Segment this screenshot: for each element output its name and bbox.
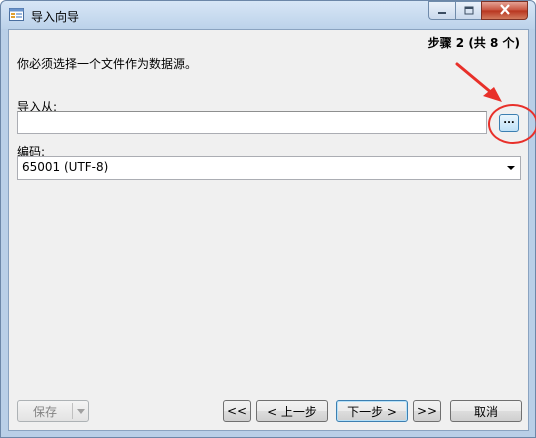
title-bar[interactable]: 导入向导 [1,1,535,29]
chevron-down-icon [507,166,515,170]
wizard-app-icon [9,7,25,22]
encoding-select[interactable]: 65001 (UTF-8) [17,156,521,180]
annotation-circle [488,104,536,144]
step-indicator: 步骤 2 (共 8 个) [427,36,520,50]
maximize-button[interactable] [455,1,481,20]
next-step-button[interactable]: 下一步 > [336,400,408,422]
save-split-divider [72,403,73,419]
wizard-content-area: 步骤 2 (共 8 个) 你必须选择一个文件作为数据源。 导入从: ... 编码… [8,29,536,431]
close-icon [499,3,511,18]
maximize-icon [464,4,474,18]
encoding-selected-value: 65001 (UTF-8) [22,160,109,174]
save-button[interactable]: 保存 [17,400,89,422]
save-button-label: 保存 [32,404,57,419]
previous-step-button[interactable]: < 上一步 [256,400,328,422]
import-wizard-window: 导入向导 步骤 2 (共 8 个) 你必须选择一个文件作为数据源。 导入从: .… [0,0,536,438]
dropdown-arrow-icon [77,409,85,414]
window-title: 导入向导 [31,10,80,24]
cancel-button[interactable]: 取消 [450,400,522,422]
import-from-input[interactable] [17,111,487,134]
first-step-button[interactable]: << [223,400,251,422]
annotation-arrow [455,62,502,102]
minimize-icon [437,4,447,18]
last-step-button[interactable]: >> [413,400,441,422]
instruction-text: 你必须选择一个文件作为数据源。 [17,57,198,71]
close-button[interactable] [481,1,528,20]
minimize-button[interactable] [428,1,455,20]
